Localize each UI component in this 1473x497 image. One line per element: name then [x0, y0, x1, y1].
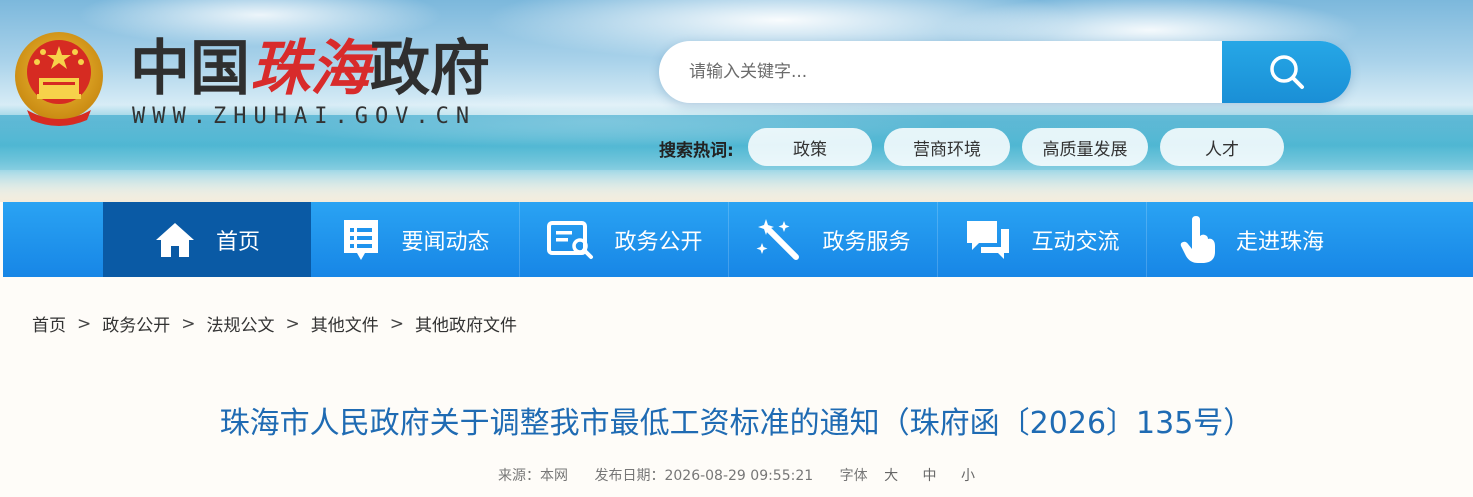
nav-item-gov-services[interactable]: 政务服务 [730, 202, 938, 277]
home-icon [155, 222, 194, 257]
hot-tag-talent[interactable]: 人才 [1160, 128, 1284, 166]
search-icon [1269, 55, 1304, 89]
breadcrumb-gov-affairs-open[interactable]: 政务公开 [102, 311, 170, 336]
breadcrumb-separator: > [285, 313, 300, 334]
nav-item-label: 首页 [215, 229, 260, 255]
nav-item-label: 走进珠海 [1235, 229, 1324, 255]
site-domain: WWW.ZHUHAI.GOV.CN [132, 104, 477, 129]
site-name-suffix: 政府 [370, 34, 490, 104]
font-size-label: 字体 [839, 468, 868, 484]
nav-item-label: 互动交流 [1031, 229, 1120, 255]
chat-icon [967, 220, 1010, 259]
nav-item-gov-affairs-open[interactable]: 政务公开 [521, 202, 729, 277]
article-title: 珠海市人民政府关于调整我市最低工资标准的通知（珠府函〔2026〕135号） [219, 406, 1254, 441]
font-size-medium-button[interactable]: 中 [923, 465, 937, 485]
breadcrumb-other-gov-files[interactable]: 其他政府文件 [415, 311, 517, 336]
magic-wand-icon [756, 218, 800, 260]
document-icon [547, 220, 594, 259]
hot-tag-policy[interactable]: 政策 [748, 128, 872, 166]
search-box [659, 41, 1351, 103]
national-emblem-icon [13, 28, 105, 128]
date-label: 发布日期： [594, 468, 665, 484]
source-value: 本网 [540, 468, 569, 484]
date-value: 2026-08-29 09:55:21 [664, 468, 814, 484]
hot-tag-high-quality-development[interactable]: 高质量发展 [1022, 128, 1148, 166]
nav-item-explore-zhuhai[interactable]: 走进珠海 [1148, 202, 1356, 277]
font-size-small-button[interactable]: 小 [961, 465, 975, 485]
font-size-large-button[interactable]: 大 [884, 465, 898, 485]
nav-item-label: 政务公开 [614, 229, 703, 255]
site-name-city: 珠海 [250, 34, 370, 104]
hot-tag-business-environment[interactable]: 营商环境 [884, 128, 1010, 166]
breadcrumb-separator: > [77, 313, 92, 334]
news-list-icon [344, 219, 379, 260]
main-nav: 首页 要闻动态 政务公开 政务服务 互动交流 走进珠海 [3, 202, 1473, 277]
source-label: 来源： [498, 468, 541, 484]
breadcrumb-other-files[interactable]: 其他文件 [311, 311, 379, 336]
banner-sand-decoration [0, 170, 1473, 202]
nav-item-news[interactable]: 要闻动态 [312, 202, 520, 277]
breadcrumb: 首页 > 政务公开 > 法规公文 > 其他文件 > 其他政府文件 [32, 311, 517, 337]
search-input[interactable] [659, 41, 1222, 103]
article-meta: 来源：本网 发布日期：2026-08-29 09:55:21 字体 大 中 小 [0, 465, 1473, 485]
breadcrumb-regulations[interactable]: 法规公文 [207, 311, 275, 336]
hot-words-label: 搜索热词: [659, 141, 734, 161]
site-name: 中国珠海政府 [130, 34, 490, 104]
site-name-prefix: 中国 [130, 34, 250, 104]
nav-item-label: 要闻动态 [401, 229, 490, 255]
pointer-hand-icon [1180, 215, 1215, 263]
breadcrumb-separator: > [389, 313, 404, 334]
breadcrumb-separator: > [181, 313, 196, 334]
breadcrumb-home[interactable]: 首页 [32, 311, 66, 336]
nav-item-interaction[interactable]: 互动交流 [939, 202, 1147, 277]
nav-item-label: 政务服务 [822, 229, 911, 255]
search-button[interactable] [1222, 41, 1351, 103]
nav-item-home[interactable]: 首页 [103, 202, 311, 277]
